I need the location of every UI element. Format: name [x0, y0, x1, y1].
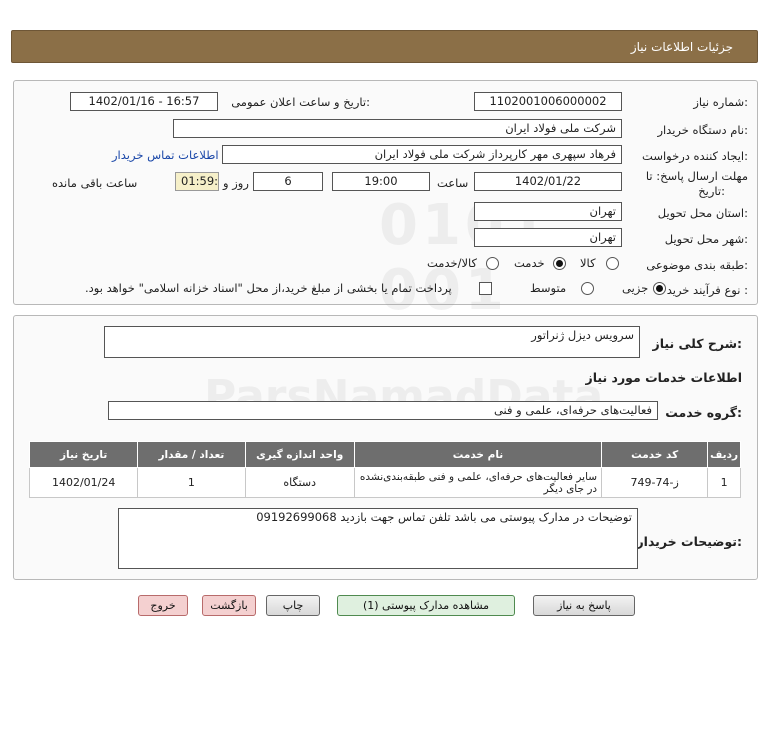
reply-button[interactable]: پاسخ به نیاز [533, 595, 635, 616]
process-label: نوع فرآیند خرید : [666, 283, 748, 297]
cell-quantity: 1 [137, 467, 246, 498]
col-quantity: تعداد / مقدار [137, 441, 246, 468]
deadline-label-line2: تاریخ: [698, 184, 725, 198]
buyer-org-field: شرکت ملی فولاد ایران [173, 119, 622, 138]
cell-service-code: ز-74-749 [601, 467, 709, 498]
view-attachments-button[interactable]: مشاهده مدارک پیوستی (1) [337, 595, 515, 616]
requester-field: فرهاد سپهری مهر کارپرداز شرکت ملی فولاد … [222, 145, 622, 164]
category-label: طبقه بندی موضوعی: [646, 258, 748, 272]
table-header-row: ردیف کد خدمت نام خدمت واحد اندازه گیری ت… [28, 441, 741, 468]
announce-field: 1402/01/16 - 16:57 [70, 92, 218, 111]
treasury-payment-checkbox[interactable] [479, 282, 492, 295]
deadline-label-line1: مهلت ارسال پاسخ: تا [645, 169, 748, 183]
summary-field: سرویس دیزل ژنراتور [104, 326, 640, 358]
category-radio-service[interactable] [553, 257, 566, 270]
category-option-service: خدمت [514, 256, 545, 270]
buyer-notes-label: توضیحات خریدار: [636, 534, 742, 549]
exit-button[interactable]: خروج [138, 595, 188, 616]
delivery-province-field: تهران [474, 202, 622, 221]
process-option-medium: متوسط [530, 281, 567, 295]
need-number-label: شماره نیاز: [693, 95, 748, 109]
treasury-payment-note: پرداخت تمام یا بخشی از مبلغ خرید،از محل … [85, 281, 452, 295]
service-group-field: فعالیت‌های حرفه‌ای، علمی و فنی [108, 401, 658, 420]
print-button[interactable]: چاپ [266, 595, 320, 616]
category-radio-goods[interactable] [606, 257, 619, 270]
page-title: جزئیات اطلاعات نیاز [630, 40, 733, 54]
remaining-time-field: 01:59:09 [175, 172, 219, 191]
table-row: 1 ز-74-749 سایر فعالیت‌های حرفه‌ای، علمی… [28, 467, 741, 498]
need-number-field: 1102001006000002 [474, 92, 622, 111]
delivery-city-label: شهر محل تحویل: [664, 232, 748, 246]
days-label: روز و [223, 176, 249, 190]
cell-row: 1 [707, 467, 741, 498]
col-service-name: نام خدمت [353, 441, 603, 468]
delivery-city-field: تهران [474, 228, 622, 247]
service-group-label: گروه خدمت: [665, 405, 742, 420]
cell-service-name: سایر فعالیت‌های حرفه‌ای، علمی و فنی طبقه… [353, 467, 603, 498]
buyer-org-label: نام دستگاه خریدار: [657, 123, 748, 137]
col-service-code: کد خدمت [601, 441, 709, 468]
announce-label: تاریخ و ساعت اعلان عمومی: [231, 95, 370, 109]
page-header: جزئیات اطلاعات نیاز [11, 30, 758, 63]
category-option-goods-service: کالا/خدمت [427, 256, 478, 270]
col-row: ردیف [707, 441, 741, 468]
back-button[interactable]: بازگشت [202, 595, 256, 616]
deadline-time-label: ساعت [437, 176, 469, 190]
services-heading: اطلاعات خدمات مورد نیاز [585, 370, 743, 385]
category-radio-goods-service[interactable] [486, 257, 499, 270]
process-radio-medium[interactable] [581, 282, 594, 295]
process-radio-minor[interactable] [653, 282, 666, 295]
summary-label: شرح کلی نیاز: [652, 336, 743, 351]
deadline-date-field: 1402/01/22 [474, 172, 622, 191]
category-option-goods: کالا [580, 256, 596, 270]
remaining-time-label: ساعت باقی مانده [52, 176, 138, 190]
col-need-date: تاریخ نیاز [28, 441, 139, 468]
process-option-minor: جزیی [622, 281, 649, 295]
days-field: 6 [253, 172, 323, 191]
buyer-notes-field: توضیحات در مدارک پیوستی می باشد تلفن تما… [118, 508, 638, 569]
col-unit: واحد اندازه گیری [244, 441, 355, 468]
contact-info-link[interactable]: اطلاعات تماس خریدار [112, 148, 219, 162]
cell-need-date: 1402/01/24 [28, 467, 139, 498]
requester-label: ایجاد کننده درخواست: [642, 149, 748, 163]
services-table: ردیف کد خدمت نام خدمت واحد اندازه گیری ت… [28, 441, 741, 498]
delivery-province-label: استان محل تحویل: [657, 206, 748, 220]
cell-unit: دستگاه [244, 467, 355, 498]
deadline-time-field: 19:00 [332, 172, 430, 191]
